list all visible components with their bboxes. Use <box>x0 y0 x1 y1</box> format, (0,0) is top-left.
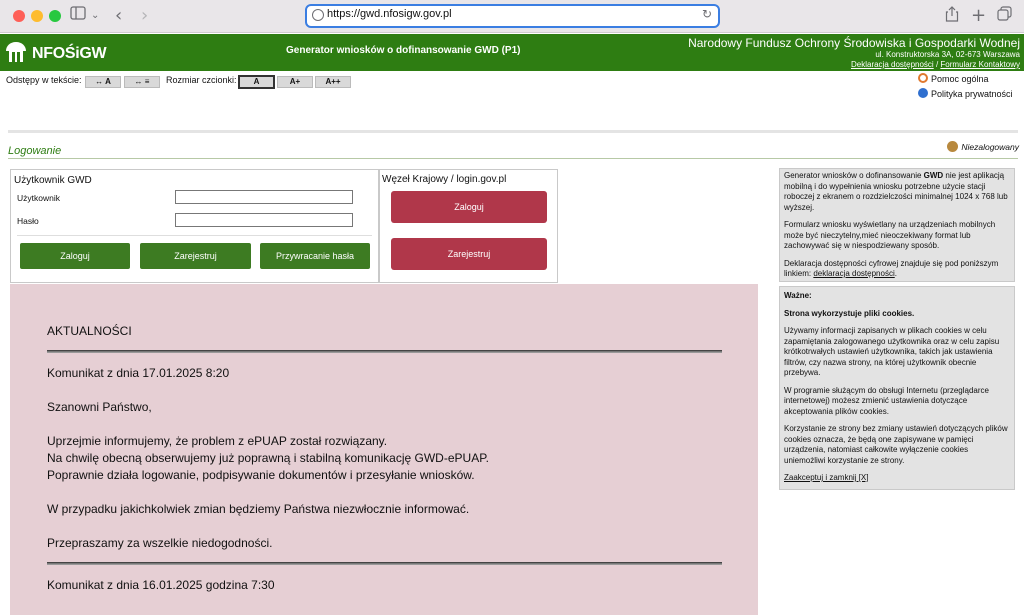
sidebar-icon[interactable] <box>70 6 86 26</box>
password-input[interactable] <box>175 213 353 227</box>
info-text-bold: GWD <box>923 171 944 180</box>
accept-cookies-link[interactable]: Zaakceptuj i zamknij [X] <box>784 473 868 482</box>
contact-form-link[interactable]: Formularz Kontaktowy <box>940 60 1020 69</box>
section-underline <box>8 158 1018 159</box>
panel-divider <box>17 235 372 236</box>
news-line: W przypadku jakichkolwiek zmian będziemy… <box>47 502 470 516</box>
cookies-text: Korzystanie ze strony bez zmiany ustawie… <box>784 424 1008 465</box>
user-status-label: Niezalogowany <box>961 142 1019 152</box>
logo-text: NFOŚiGW <box>32 45 107 62</box>
info-text: Formularz wniosku wyświetlany na urządze… <box>784 220 996 250</box>
news-line: Na chwilę obecną obserwujemy już poprawn… <box>47 451 489 465</box>
globe-icon <box>312 9 324 21</box>
font-size-large-button[interactable]: A+ <box>277 76 313 88</box>
address-bar[interactable]: https://gwd.nfosigw.gov.pl ↻ <box>305 4 720 28</box>
news-line: Przepraszamy za wszelkie niedogodności. <box>47 536 273 550</box>
cookies-heading: Ważne: <box>784 291 812 300</box>
org-address: ul. Konstruktorska 3A, 02-673 Warszawa <box>875 50 1020 59</box>
user-icon <box>947 141 959 152</box>
national-register-button[interactable]: Zarejestruj <box>391 238 547 270</box>
nfosigw-logo[interactable]: NFOŚiGW <box>4 40 107 64</box>
gwd-login-button[interactable]: Zaloguj <box>20 243 130 269</box>
gwd-login-panel: Użytkownik GWD Użytkownik Hasło Zaloguj … <box>10 169 379 283</box>
maximize-window-button[interactable] <box>49 10 61 22</box>
news-heading: AKTUALNOŚCI <box>47 324 132 338</box>
organization-info: Narodowy Fundusz Ochrony Środowiska i Go… <box>688 37 1020 70</box>
help-link[interactable]: Pomoc ogólna <box>918 73 989 84</box>
cookies-info-box: Ważne: Strona wykorzystuje pliki cookies… <box>779 286 1015 490</box>
font-size-xlarge-button[interactable]: A++ <box>315 76 351 88</box>
minimize-window-button[interactable] <box>31 10 43 22</box>
user-status: Niezalogowany <box>947 141 1019 152</box>
site-header: NFOŚiGW Generator wniosków o dofinansowa… <box>0 34 1024 71</box>
national-login-title: Węzeł Krajowy / login.gov.pl <box>382 174 507 185</box>
app-title: Generator wniosków o dofinansowanie GWD … <box>286 45 521 56</box>
accessibility-link[interactable]: Deklaracja dostępności <box>851 60 934 69</box>
privacy-link-label: Polityka prywatności <box>931 89 1013 99</box>
news-greeting: Szanowni Państwo, <box>47 400 152 414</box>
news-item-date: Komunikat z dnia 16.01.2025 godzina 7:30 <box>47 578 275 592</box>
cookies-text: Używamy informacji zapisanych w plikach … <box>784 326 1000 377</box>
username-label: Użytkownik <box>17 193 60 203</box>
letter-spacing-button[interactable]: ↔ A <box>85 76 121 88</box>
back-icon[interactable]: ‹ <box>115 6 122 26</box>
news-line: Uprzejmie informujemy, że problem z ePUA… <box>47 434 388 448</box>
line-spacing-button[interactable]: ↔ ≡ <box>124 76 160 88</box>
privacy-link[interactable]: Polityka prywatności <box>918 88 1013 99</box>
gwd-register-button[interactable]: Zarejestruj <box>140 243 251 269</box>
tabs-overview-icon[interactable] <box>997 6 1012 26</box>
share-icon[interactable] <box>945 6 959 26</box>
cookies-subheading: Strona wykorzystuje pliki cookies. <box>784 308 915 318</box>
font-size-label: Rozmiar czcionki: <box>166 75 237 85</box>
reload-icon[interactable]: ↻ <box>702 7 712 21</box>
org-name: Narodowy Fundusz Ochrony Środowiska i Go… <box>688 36 1020 50</box>
browser-toolbar: ⌄ ‹ › https://gwd.nfosigw.gov.pl ↻ + <box>0 0 1024 33</box>
tree-logo-icon <box>6 42 26 62</box>
cookies-text: W programie służącym do obsługi Internet… <box>784 385 989 416</box>
divider <box>8 130 1018 133</box>
news-divider <box>47 350 722 353</box>
info-text: Generator wniosków o dofinansowanie <box>784 171 924 180</box>
url-text[interactable]: https://gwd.nfosigw.gov.pl <box>327 8 452 20</box>
close-window-button[interactable] <box>13 10 25 22</box>
new-tab-icon[interactable]: + <box>971 6 986 26</box>
gwd-login-title: Użytkownik GWD <box>14 175 92 186</box>
national-login-button[interactable]: Zaloguj <box>391 191 547 223</box>
link-separator: / <box>935 60 939 69</box>
font-size-normal-button[interactable]: A <box>238 75 275 89</box>
news-section: AKTUALNOŚCI Komunikat z dnia 17.01.2025 … <box>10 284 758 615</box>
national-login-panel: Węzeł Krajowy / login.gov.pl Zaloguj Zar… <box>379 169 558 283</box>
username-input[interactable] <box>175 190 353 204</box>
forward-icon[interactable]: › <box>141 6 148 26</box>
help-link-label: Pomoc ogólna <box>931 74 989 84</box>
spacing-label: Odstępy w tekście: <box>6 75 82 85</box>
news-divider <box>47 562 722 565</box>
lifebuoy-icon <box>918 73 928 83</box>
info-icon <box>918 88 928 98</box>
info-text: . <box>894 269 897 278</box>
news-line: Poprawnie działa logowanie, podpisywanie… <box>47 468 475 482</box>
chevron-down-icon[interactable]: ⌄ <box>91 6 99 26</box>
password-label: Hasło <box>17 216 39 226</box>
mobile-info-box: Generator wniosków o dofinansowanie GWD … <box>779 168 1015 282</box>
news-item-date: Komunikat z dnia 17.01.2025 8:20 <box>47 366 230 380</box>
accessibility-declaration-link[interactable]: deklaracja dostępności <box>813 269 894 278</box>
section-title: Logowanie <box>8 145 62 157</box>
password-recovery-button[interactable]: Przywracanie hasła <box>260 243 370 269</box>
